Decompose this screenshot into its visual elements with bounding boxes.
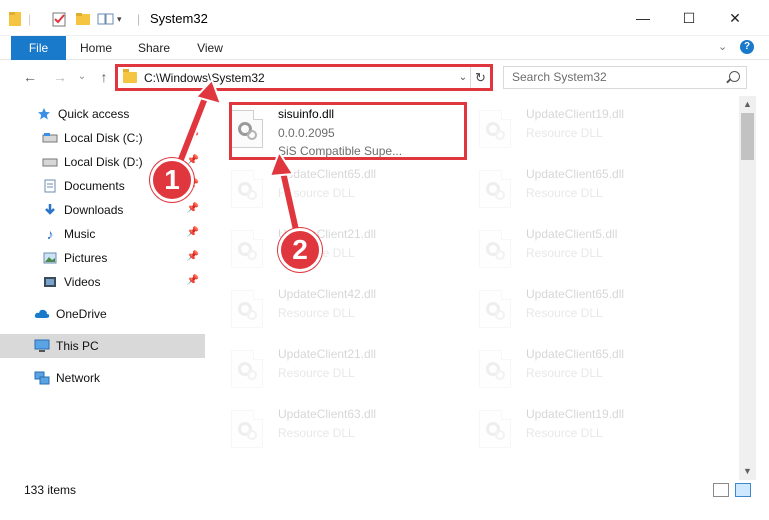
folder-icon <box>8 10 22 28</box>
sidebar-item-label: Music <box>64 227 96 241</box>
scroll-thumb[interactable] <box>741 113 754 160</box>
pin-icon[interactable]: 📌 <box>187 203 199 214</box>
close-button[interactable]: ✕ <box>712 0 758 36</box>
tab-view[interactable]: View <box>188 36 232 60</box>
file-item[interactable]: UpdateClient42.dll Resource DLL <box>222 280 462 340</box>
forward-button[interactable]: → <box>50 67 70 87</box>
back-button[interactable]: ← <box>20 67 40 87</box>
videos-icon <box>42 274 58 290</box>
file-highlight-box <box>229 102 467 160</box>
search-input[interactable]: Search System32 <box>503 66 747 89</box>
file-item[interactable]: UpdateClient63.dll Resource DLL <box>222 400 462 460</box>
sidebar-item-label: Network <box>56 371 101 385</box>
dll-file-icon <box>231 170 263 208</box>
dll-file-icon <box>479 290 511 328</box>
recent-locations-button[interactable]: ⌄ <box>72 67 92 87</box>
pictures-icon <box>42 250 58 266</box>
file-item[interactable]: UpdateClient19.dll Resource DLL <box>470 400 710 460</box>
file-item[interactable]: UpdateClient65.dll Resource DLL <box>222 160 462 220</box>
dll-file-icon <box>231 290 263 328</box>
sidebar-item-label: OneDrive <box>56 307 107 321</box>
file-item[interactable]: UpdateClient65.dll Resource DLL <box>470 280 710 340</box>
sidebar-item-onedrive[interactable]: OneDrive <box>0 302 205 326</box>
properties-icon[interactable] <box>52 10 68 28</box>
sidebar-item-label: This PC <box>56 339 99 353</box>
navigation-pane: Quick access Local Disk (C:) 📌 Local Dis… <box>0 96 205 476</box>
sidebar-item-label: Pictures <box>64 251 108 265</box>
dll-file-icon <box>231 230 263 268</box>
help-icon[interactable]: ? <box>740 40 754 54</box>
star-icon <box>36 106 52 122</box>
file-item[interactable]: UpdateClient65.dll Resource DLL <box>470 340 710 400</box>
search-placeholder: Search System32 <box>512 70 607 84</box>
sidebar-item-label: Quick access <box>58 107 130 121</box>
file-item[interactable]: UpdateClient21.dll Resource DLL <box>222 220 462 280</box>
pin-icon[interactable]: 📌 <box>187 275 199 286</box>
sidebar-item-music[interactable]: ♪ Music 📌 <box>0 222 205 246</box>
qa-dropdown-icon[interactable]: ▾ <box>117 10 122 28</box>
ribbon: File Home Share View ⌄ ? <box>0 36 769 60</box>
callout-1: 1 <box>150 158 194 202</box>
title-bar: | ▾ | System32 — ☐ ✕ <box>0 0 769 36</box>
expand-ribbon-icon[interactable]: ⌄ <box>718 40 727 53</box>
file-item[interactable]: UpdateClient21.dll Resource DLL <box>222 340 462 400</box>
dll-file-icon <box>479 350 511 388</box>
sidebar-item-label: Local Disk (D:) <box>64 155 143 169</box>
file-item[interactable]: UpdateClient65.dll Resource DLL <box>470 160 710 220</box>
drive-icon <box>42 154 58 170</box>
sidebar-item-local-disk-c[interactable]: Local Disk (C:) 📌 <box>0 126 205 150</box>
minimize-button[interactable]: — <box>620 0 666 36</box>
maximize-button[interactable]: ☐ <box>666 0 712 36</box>
cloud-icon <box>34 306 50 322</box>
dll-file-icon <box>479 110 511 148</box>
file-item[interactable]: UpdateClient5.dll Resource DLL <box>470 220 710 280</box>
dll-file-icon <box>479 230 511 268</box>
tab-share[interactable]: Share <box>128 36 180 60</box>
sidebar-item-label: Documents <box>64 179 125 193</box>
dll-file-icon <box>479 170 511 208</box>
dll-file-icon <box>231 410 263 448</box>
download-icon <box>42 202 58 218</box>
pin-icon[interactable]: 📌 <box>187 251 199 262</box>
sidebar-item-network[interactable]: Network <box>0 366 205 390</box>
sidebar-item-pictures[interactable]: Pictures 📌 <box>0 246 205 270</box>
item-count: 133 items <box>24 483 77 497</box>
computer-icon <box>34 338 50 354</box>
music-icon: ♪ <box>46 226 54 242</box>
sidebar-item-label: Local Disk (C:) <box>64 131 143 145</box>
callout-2: 2 <box>278 228 322 272</box>
status-bar: 133 items <box>0 480 769 500</box>
scroll-up-icon[interactable]: ▲ <box>739 96 756 113</box>
pin-icon[interactable]: 📌 <box>187 131 199 142</box>
sidebar-item-quick-access[interactable]: Quick access <box>0 102 205 126</box>
file-item[interactable]: UpdateClient19.dll Resource DLL <box>470 100 710 160</box>
customize-icon[interactable] <box>97 10 115 28</box>
new-folder-icon[interactable] <box>75 10 91 28</box>
tab-file[interactable]: File <box>11 36 66 60</box>
scroll-down-icon[interactable]: ▼ <box>739 463 756 480</box>
tiles-view-icon[interactable] <box>735 483 751 497</box>
vertical-scrollbar[interactable]: ▲ ▼ <box>739 96 756 480</box>
details-view-icon[interactable] <box>713 483 729 497</box>
pin-icon[interactable]: 📌 <box>187 227 199 238</box>
sidebar-item-this-pc[interactable]: This PC <box>0 334 205 358</box>
dll-file-icon <box>231 350 263 388</box>
sidebar-item-label: Downloads <box>64 203 124 217</box>
up-button[interactable]: ↑ <box>94 67 114 87</box>
address-highlight-box <box>115 64 493 91</box>
separator: | <box>28 12 32 26</box>
sidebar-item-label: Videos <box>64 275 101 289</box>
tab-home[interactable]: Home <box>72 36 120 60</box>
network-icon <box>34 370 50 386</box>
sidebar-item-videos[interactable]: Videos 📌 <box>0 270 205 294</box>
separator: | <box>137 12 141 26</box>
documents-icon <box>42 178 58 194</box>
drive-icon <box>42 130 58 146</box>
dll-file-icon <box>479 410 511 448</box>
window-title: System32 <box>150 11 208 26</box>
search-icon[interactable] <box>729 71 740 82</box>
